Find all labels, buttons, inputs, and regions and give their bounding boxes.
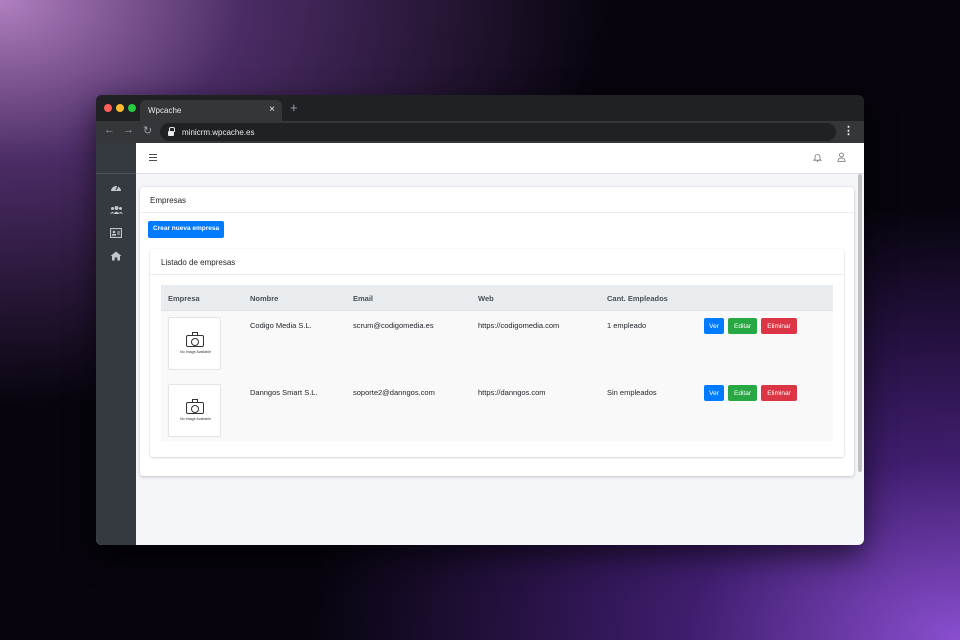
company-email: soporte2@danngos.com [353, 388, 435, 397]
maximize-window-button[interactable] [128, 104, 136, 112]
tachometer-icon[interactable] [109, 182, 123, 196]
forward-icon[interactable]: → [123, 124, 134, 136]
company-name: Codigo Media S.L. [250, 321, 312, 330]
edit-button[interactable]: Editar [728, 318, 757, 334]
home-icon[interactable] [109, 251, 123, 265]
tab-title: Wpcache [148, 106, 182, 115]
list-title: Listado de empresas [150, 249, 844, 275]
company-employees: Sin empleados [607, 388, 657, 397]
close-window-button[interactable] [104, 104, 112, 112]
bell-icon[interactable] [812, 153, 823, 164]
new-tab-button[interactable]: + [290, 100, 298, 115]
no-image-label: No Image Available [180, 350, 211, 354]
tab-bar: Wpcache × + [96, 95, 864, 121]
delete-button[interactable]: Eliminar [761, 385, 797, 401]
tab-close-icon[interactable]: × [269, 104, 275, 115]
company-name: Danngos Smart S.L. [250, 388, 318, 397]
hamburger-icon[interactable] [149, 154, 157, 162]
table-row: No Image Available Codigo Media S.L. scr… [161, 311, 833, 378]
header-nombre: Nombre [250, 294, 279, 303]
company-web: https://codigomedia.com [478, 321, 560, 330]
lock-icon [168, 127, 175, 136]
user-icon[interactable] [837, 152, 846, 164]
companies-list-card: Listado de empresas Empresa Nombre Email… [150, 249, 844, 457]
view-button[interactable]: Ver [704, 385, 724, 401]
minimize-window-button[interactable] [116, 104, 124, 112]
url-field[interactable]: minicrm.wpcache.es [160, 123, 836, 141]
browser-window: Wpcache × + ← → ↻ minicrm.wpcache.es ⋮ E… [96, 95, 864, 545]
company-logo: No Image Available [168, 384, 221, 437]
company-web: https://danngos.com [478, 388, 546, 397]
sidebar-brand [96, 143, 136, 174]
header-empleados: Cant. Empleados [607, 294, 668, 303]
camera-icon [186, 332, 204, 347]
sidebar [96, 143, 136, 545]
companies-table: Empresa Nombre Email Web Cant. Empleados… [161, 285, 833, 442]
header-email: Email [353, 294, 374, 303]
id-card-icon[interactable] [109, 228, 123, 242]
header-empresa: Empresa [168, 294, 200, 303]
url-text: minicrm.wpcache.es [182, 128, 255, 137]
table-row: No Image Available Danngos Smart S.L. so… [161, 378, 833, 445]
top-navbar [136, 143, 864, 174]
camera-icon [186, 399, 204, 414]
company-employees: 1 empleado [607, 321, 647, 330]
company-logo: No Image Available [168, 317, 221, 370]
users-icon[interactable] [109, 205, 123, 219]
page-scrollbar[interactable] [858, 174, 862, 472]
companies-card: Empresas Crear nueva empresa Listado de … [140, 187, 854, 476]
edit-button[interactable]: Editar [728, 385, 757, 401]
page-viewport: Empresas Crear nueva empresa Listado de … [96, 143, 864, 545]
no-image-label: No Image Available [180, 417, 211, 421]
address-bar: ← → ↻ minicrm.wpcache.es ⋮ [96, 121, 864, 143]
header-web: Web [478, 294, 494, 303]
back-icon[interactable]: ← [104, 124, 115, 136]
browser-tab[interactable]: Wpcache × [140, 100, 282, 121]
create-company-button[interactable]: Crear nueva empresa [148, 221, 225, 238]
browser-menu-icon[interactable]: ⋮ [843, 124, 854, 137]
delete-button[interactable]: Eliminar [761, 318, 797, 334]
company-email: scrum@codigomedia.es [353, 321, 434, 330]
table-header: Empresa Nombre Email Web Cant. Empleados [161, 285, 833, 311]
page-title: Empresas [140, 187, 854, 213]
view-button[interactable]: Ver [704, 318, 724, 334]
reload-icon[interactable]: ↻ [143, 124, 152, 137]
